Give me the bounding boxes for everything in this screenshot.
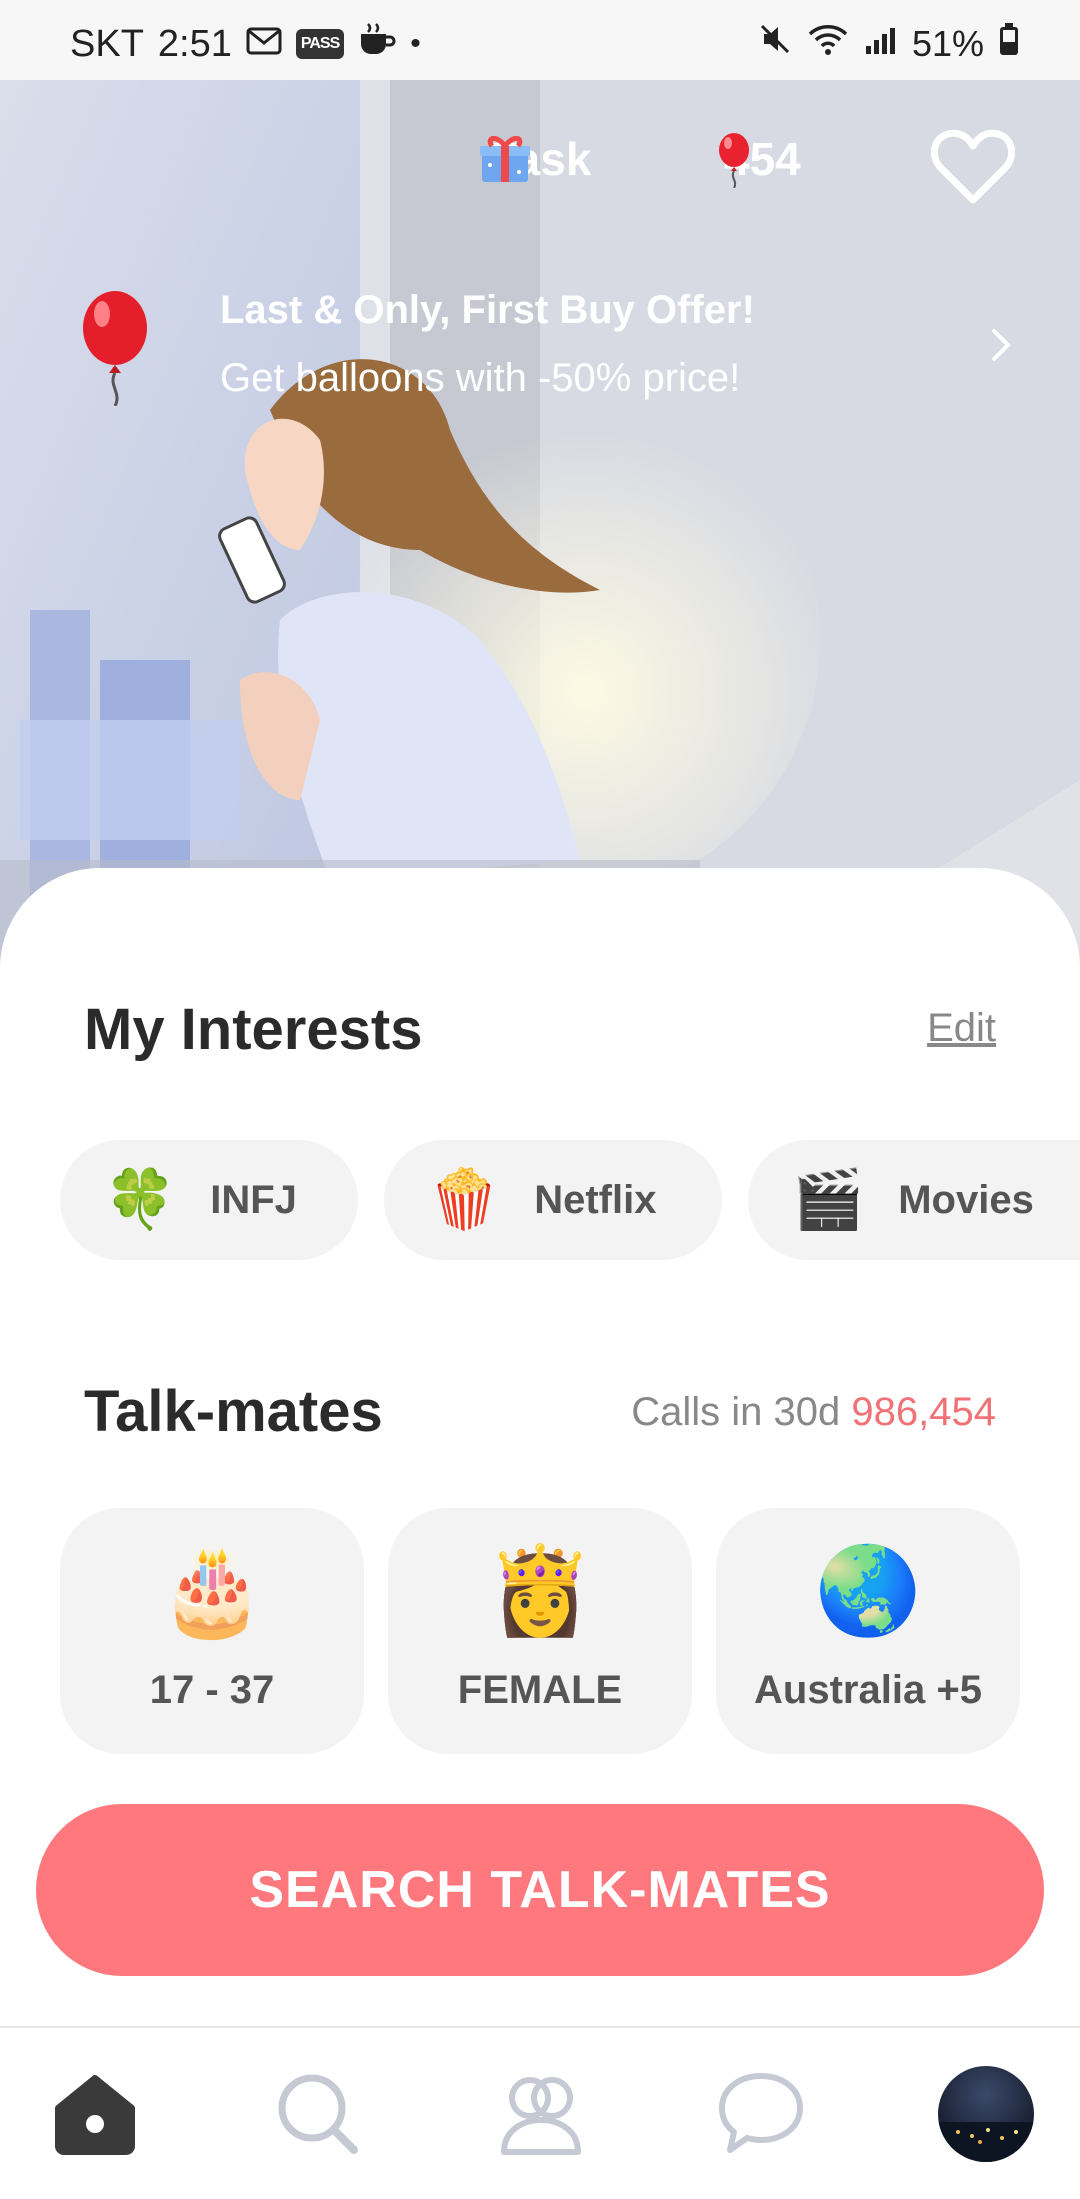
globe-icon: 🌏: [814, 1543, 922, 1639]
interest-chip[interactable]: 🎬 Movies: [748, 1140, 1080, 1260]
mail-icon: [246, 23, 282, 66]
status-left: SKT 2:51 PASS •: [70, 22, 421, 66]
bottom-nav: [0, 2026, 1080, 2199]
heart-icon: [930, 129, 1016, 204]
favorites-button[interactable]: [928, 122, 1018, 212]
home-icon: [55, 2075, 135, 2155]
battery-icon: [998, 22, 1020, 65]
profile-avatar[interactable]: [938, 2066, 1034, 2162]
wifi-icon: [806, 22, 850, 65]
offer-title: Last & Only, First Buy Offer!: [220, 288, 755, 332]
country-label: Australia +5: [754, 1668, 982, 1712]
interest-label: Netflix: [534, 1177, 657, 1222]
calls-stat: Calls in 30d 986,454: [631, 1390, 996, 1435]
battery-percent: 51%: [911, 22, 984, 64]
gender-filter-card[interactable]: 👸 FEMALE: [388, 1508, 692, 1754]
nav-search[interactable]: [272, 2068, 372, 2168]
offer-subtitle: Get balloons with -50% price!: [220, 356, 741, 400]
people-icon: [501, 2077, 581, 2155]
clapperboard-icon: 🎬: [792, 1167, 865, 1232]
dot-icon: •: [410, 27, 421, 60]
interest-label: INFJ: [210, 1177, 297, 1222]
interest-chip[interactable]: 🍿 Netflix: [384, 1140, 722, 1260]
nav-people[interactable]: [496, 2068, 596, 2168]
balloon-counter[interactable]: 454: [716, 132, 801, 188]
calls-label: Calls in 30d: [631, 1390, 841, 1434]
pass-icon: PASS: [295, 29, 345, 59]
edit-interests-link[interactable]: Edit: [927, 1006, 996, 1051]
chat-icon: [719, 2073, 803, 2153]
mute-icon: [758, 22, 792, 65]
cake-icon: 🎂: [158, 1543, 266, 1639]
age-filter-card[interactable]: 🎂 17 - 37: [60, 1508, 364, 1754]
offer-banner[interactable]: Last & Only, First Buy Offer! Get balloo…: [0, 280, 1080, 430]
carrier-label: SKT: [70, 22, 144, 65]
interest-label: Movies: [898, 1177, 1034, 1222]
nav-home[interactable]: [50, 2068, 150, 2168]
interest-chip[interactable]: 🍀 INFJ: [60, 1140, 358, 1260]
top-actions: Task 454: [0, 129, 1080, 212]
hero-banner: Task 454 Last & Only, First Buy Offer! G…: [0, 80, 1080, 980]
signal-icon: [864, 23, 898, 65]
talkmates-title: Talk-mates: [84, 1379, 383, 1444]
nav-chat[interactable]: [716, 2068, 816, 2168]
coffee-icon: [358, 22, 396, 66]
gender-label: FEMALE: [457, 1668, 623, 1712]
country-filter-card[interactable]: 🌏 Australia +5: [716, 1508, 1020, 1754]
clover-icon: 🍀: [104, 1167, 177, 1232]
search-icon: [278, 2074, 358, 2154]
calls-count: 986,454: [851, 1390, 996, 1434]
status-bar: SKT 2:51 PASS • 51%: [0, 0, 1080, 80]
interests-title: My Interests: [84, 997, 423, 1062]
search-talkmates-button[interactable]: SEARCH TALK-MATES: [36, 1804, 1044, 1976]
avatar: [938, 2122, 1034, 2162]
clock: 2:51: [157, 22, 232, 65]
task-button[interactable]: Task: [478, 132, 591, 186]
hero-illustration: [0, 80, 1080, 980]
age-range-label: 17 - 37: [149, 1668, 275, 1712]
princess-icon: 👸: [486, 1543, 594, 1639]
popcorn-icon: 🍿: [428, 1167, 501, 1232]
status-right: 51%: [758, 22, 1020, 65]
